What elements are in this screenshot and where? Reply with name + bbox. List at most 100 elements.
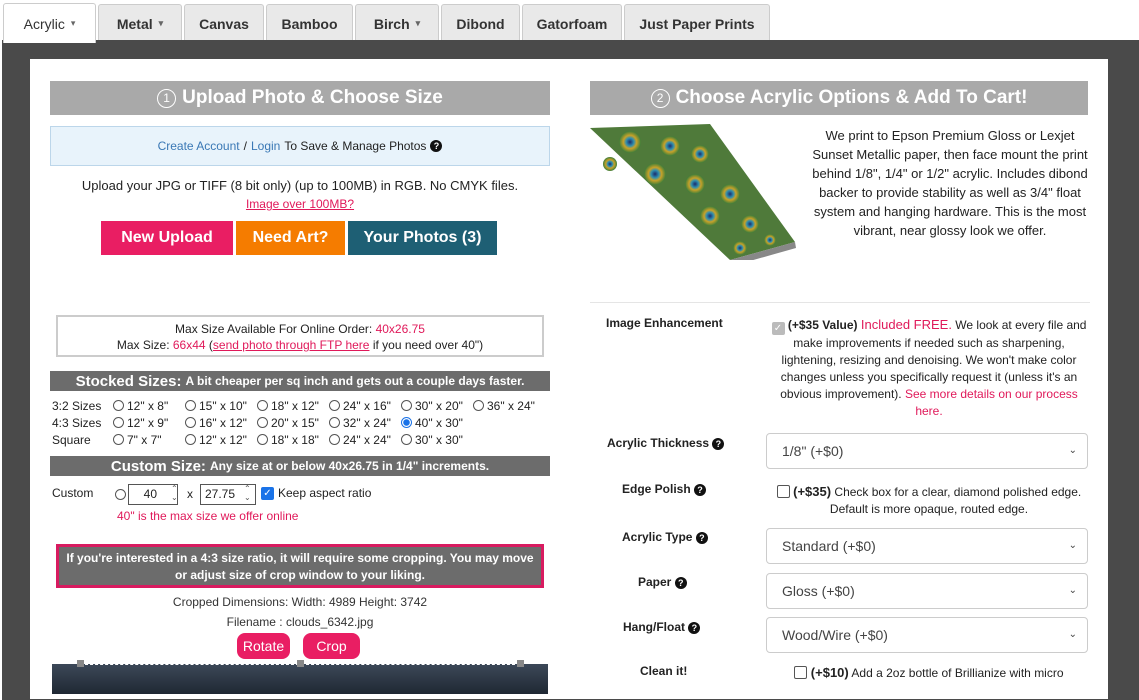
tab-dibond[interactable]: Dibond <box>441 4 520 42</box>
size-option-label: 12" x 8" <box>127 399 169 413</box>
size-option-label: 40" x 30" <box>415 416 463 430</box>
tab-canvas[interactable]: Canvas <box>184 4 264 42</box>
account-banner: Create Account / Login To Save & Manage … <box>50 126 550 166</box>
custom-radio[interactable] <box>115 489 126 500</box>
custom-title: Custom Size: <box>110 457 206 475</box>
radio-icon <box>401 434 412 445</box>
chevron-down-icon[interactable]: ⌄ <box>171 493 178 502</box>
clean-checkbox[interactable] <box>794 666 808 679</box>
tab-gatorfoam[interactable]: Gatorfoam <box>522 4 622 42</box>
size-option[interactable]: 24" x 16" <box>329 399 391 413</box>
enhancement-details-link[interactable]: See more details on our process here. <box>905 387 1078 418</box>
question-icon[interactable]: ? <box>674 576 687 589</box>
edge-polish-checkbox[interactable] <box>776 485 790 498</box>
chevron-down-icon: ▾ <box>70 18 76 28</box>
size-option-label: 12" x 12" <box>199 433 247 447</box>
hang-label-row: Hang/Float ? <box>623 620 701 634</box>
max-size-suffix: if you need over 40") <box>372 338 484 352</box>
hang-value: Wood/Wire (+$0) <box>782 627 888 643</box>
chevron-down-icon: ⌄ <box>1068 540 1077 551</box>
size-row-label: 3:2 Sizes <box>52 399 102 413</box>
new-upload-button[interactable]: New Upload <box>101 221 233 255</box>
cropped-dimensions: Cropped Dimensions: Width: 4989 Height: … <box>172 595 428 609</box>
size-option[interactable]: 18" x 12" <box>257 399 319 413</box>
question-icon[interactable]: ? <box>712 437 725 450</box>
size-option-label: 16" x 12" <box>199 416 247 430</box>
size-option-selected[interactable]: 40" x 30" <box>401 416 463 430</box>
max-online-label: Max Size Available For Online Order: <box>175 322 373 336</box>
size-option[interactable]: 30" x 20" <box>401 399 463 413</box>
size-option[interactable]: 7" x 7" <box>113 433 162 447</box>
edge-polish-option: (+$35) Check box for a clear, diamond po… <box>770 483 1088 518</box>
size-option[interactable]: 30" x 30" <box>401 433 463 447</box>
tab-metal[interactable]: Metal ▾ <box>98 4 182 42</box>
chevron-up-icon[interactable]: ⌃ <box>244 484 251 493</box>
crop-button[interactable]: Crop <box>303 633 360 659</box>
chevron-down-icon: ⌄ <box>1068 629 1077 640</box>
need-art-button[interactable]: Need Art? <box>236 221 345 255</box>
width-stepper[interactable]: ⌃ ⌄ <box>171 484 178 502</box>
size-option-label: 24" x 24" <box>343 433 391 447</box>
radio-icon <box>113 434 124 445</box>
rotate-button[interactable]: Rotate <box>237 633 290 659</box>
max-size-line: Max Size: 66x44 (send photo through FTP … <box>58 337 542 353</box>
thickness-select[interactable]: 1/8" (+$0) ⌄ <box>766 433 1088 469</box>
radio-icon <box>329 417 340 428</box>
size-option[interactable]: 18" x 18" <box>257 433 319 447</box>
size-option[interactable]: 12" x 8" <box>113 399 168 413</box>
tab-label: Just Paper Prints <box>639 15 755 32</box>
tab-just-paper-prints[interactable]: Just Paper Prints <box>624 4 770 42</box>
tab-acrylic[interactable]: Acrylic ▾ <box>3 3 96 43</box>
paper-label: Paper <box>638 575 672 589</box>
acrylic-type-select[interactable]: Standard (+$0) ⌄ <box>766 528 1088 564</box>
enhancement-checkbox: ✓ <box>771 322 785 335</box>
edge-label-row: Edge Polish ? <box>622 482 707 496</box>
login-link[interactable]: Login <box>251 139 280 153</box>
stocked-sizes-bar: Stocked Sizes: A bit cheaper per sq inch … <box>50 371 550 391</box>
size-option[interactable]: 15" x 10" <box>185 399 247 413</box>
crop-handle[interactable] <box>297 660 304 667</box>
radio-icon <box>473 400 484 411</box>
step-number-1: 1 <box>157 88 177 108</box>
size-row-label: 4:3 Sizes <box>52 416 102 430</box>
size-option[interactable]: 32" x 24" <box>329 416 391 430</box>
crop-handle[interactable] <box>517 660 524 667</box>
ftp-link[interactable]: send photo through FTP here <box>213 338 370 352</box>
image-over-100mb-link[interactable]: Image over 100MB? <box>50 197 550 211</box>
radio-selected-icon <box>401 417 412 428</box>
size-option[interactable]: 20" x 15" <box>257 416 319 430</box>
hang-float-select[interactable]: Wood/Wire (+$0) ⌄ <box>766 617 1088 653</box>
size-option[interactable]: 24" x 24" <box>329 433 391 447</box>
size-option[interactable]: 12" x 9" <box>113 416 168 430</box>
stocked-subtitle: A bit cheaper per sq inch and gets out a… <box>185 374 525 388</box>
max-size-note: 40" is the max size we offer online <box>117 509 299 523</box>
chevron-down-icon[interactable]: ⌄ <box>244 493 251 502</box>
custom-subtitle: Any size at or below 40x26.75 in 1/4" in… <box>209 459 490 473</box>
tab-bamboo[interactable]: Bamboo <box>266 4 353 42</box>
size-option[interactable]: 16" x 12" <box>185 416 247 430</box>
height-stepper[interactable]: ⌃ ⌄ <box>244 484 251 502</box>
photo-preview[interactable] <box>52 664 548 694</box>
keep-aspect-label: Keep aspect ratio <box>278 486 372 500</box>
enhancement-free: Included FREE. <box>860 317 952 332</box>
max-size-box: Max Size Available For Online Order: 40x… <box>56 315 544 357</box>
keep-aspect-checkbox[interactable]: ✓ <box>261 487 274 500</box>
paper-select[interactable]: Gloss (+$0) ⌄ <box>766 573 1088 609</box>
crop-handle[interactable] <box>77 660 84 667</box>
size-option-label: 15" x 10" <box>199 399 247 413</box>
custom-size-bar: Custom Size: Any size at or below 40x26.7… <box>50 456 550 476</box>
clean-option: (+$10) Add a 2oz bottle of Brillianize w… <box>770 664 1088 688</box>
size-option[interactable]: 36" x 24" <box>473 399 535 413</box>
chevron-down-icon: ▾ <box>158 18 164 28</box>
tab-birch[interactable]: Birch ▾ <box>355 4 439 42</box>
your-photos-button[interactable]: Your Photos (3) <box>348 221 497 255</box>
question-icon[interactable]: ? <box>688 621 701 634</box>
size-option[interactable]: 12" x 12" <box>185 433 247 447</box>
create-account-link[interactable]: Create Account <box>158 139 240 153</box>
question-icon[interactable]: ? <box>695 531 708 544</box>
question-icon[interactable]: ? <box>430 140 443 152</box>
options-header-title: Choose Acrylic Options & Add To Cart! <box>675 87 1028 108</box>
question-icon[interactable]: ? <box>694 483 707 496</box>
type-value: Standard (+$0) <box>782 538 876 554</box>
chevron-up-icon[interactable]: ⌃ <box>171 484 178 493</box>
